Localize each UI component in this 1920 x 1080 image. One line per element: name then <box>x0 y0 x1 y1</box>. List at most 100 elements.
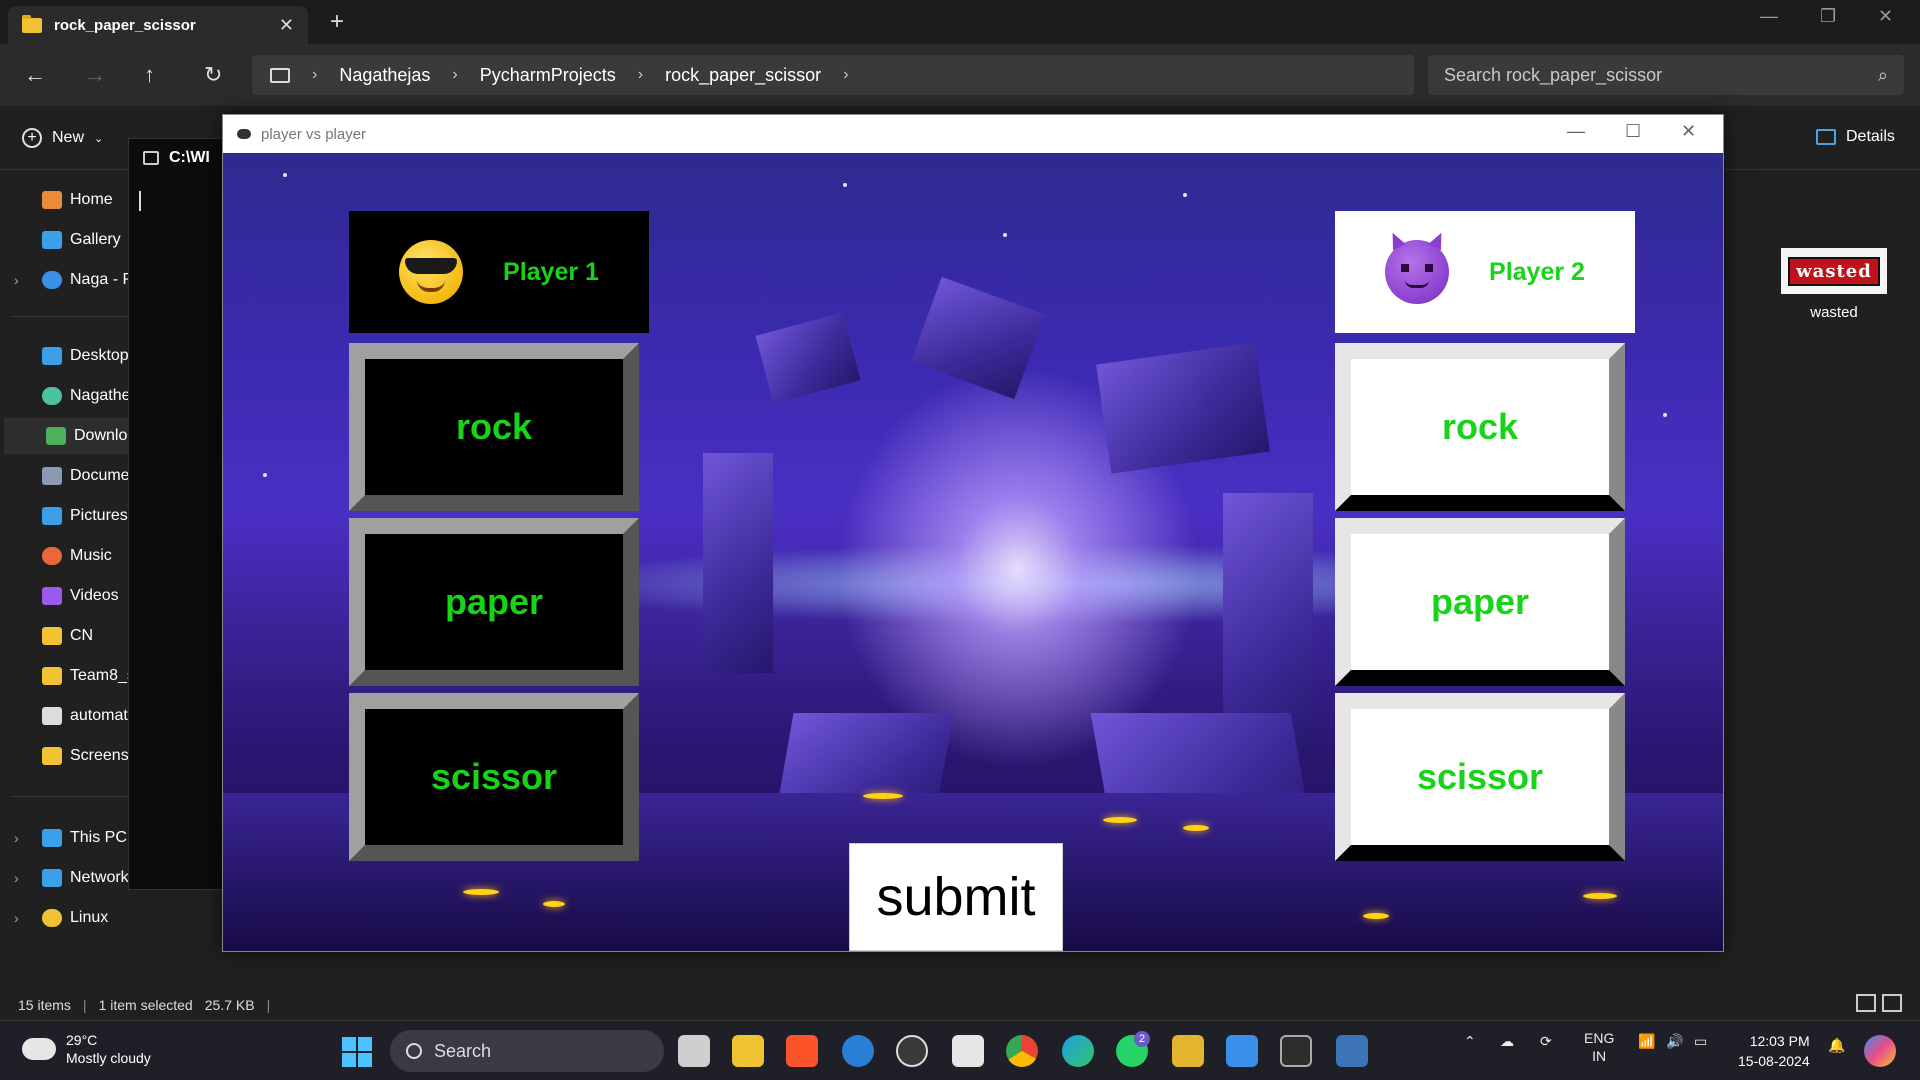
home-icon <box>42 191 62 209</box>
explorer-tab[interactable]: rock_paper_scissor ✕ <box>8 6 308 44</box>
up-icon[interactable]: ↑ <box>144 62 155 88</box>
submit-label: submit <box>876 867 1036 927</box>
clock[interactable]: 12:03 PM 15-08-2024 <box>1738 1031 1810 1071</box>
weather-widget[interactable]: 29°C Mostly cloudy <box>18 1030 151 1067</box>
choice-label: paper <box>1430 581 1530 622</box>
details-button[interactable]: Details <box>1816 128 1895 146</box>
player1-rock-button[interactable]: rock <box>349 343 639 511</box>
sidebar-item-label: CN <box>70 627 94 644</box>
wasted-badge: wasted <box>1788 256 1880 286</box>
brave-browser-icon[interactable] <box>786 1035 818 1067</box>
sync-icon[interactable]: ⟳ <box>1540 1033 1552 1050</box>
breadcrumb-item[interactable]: Nagathejas <box>339 65 430 86</box>
bell-icon[interactable]: 🔔 <box>1828 1037 1845 1054</box>
wifi-icon[interactable]: 📶 <box>1638 1033 1655 1050</box>
player2-paper-button[interactable]: paper <box>1335 518 1625 686</box>
sidebar-item-label: automata <box>70 707 137 724</box>
sidebar-item-label: Downloa <box>74 427 137 444</box>
forward-icon[interactable]: → <box>84 62 106 88</box>
chevron-right-icon[interactable]: › <box>843 66 848 84</box>
chevron-right-icon[interactable]: › <box>312 66 317 84</box>
chevron-up-icon[interactable]: ⌃ <box>1464 1033 1476 1050</box>
folder-icon <box>22 14 42 33</box>
maximize-icon[interactable]: ☐ <box>1625 121 1641 142</box>
python-icon[interactable] <box>1336 1035 1368 1067</box>
player1-paper-button[interactable]: paper <box>349 518 639 686</box>
restore-icon[interactable]: ❐ <box>1820 6 1836 27</box>
player2-rock-button[interactable]: rock <box>1335 343 1625 511</box>
taskbar-search[interactable]: Search <box>390 1030 664 1072</box>
close-tab-icon[interactable]: ✕ <box>279 15 294 36</box>
edge-icon[interactable] <box>1062 1035 1094 1067</box>
tiles-view-icon[interactable] <box>1882 994 1902 1012</box>
region-code: IN <box>1592 1048 1607 1064</box>
terminal-icon[interactable] <box>1280 1035 1312 1067</box>
search-input[interactable]: Search rock_paper_scissor ⌕ <box>1428 55 1904 95</box>
rock-pillar <box>703 453 773 673</box>
onedrive-icon[interactable]: ☁ <box>1500 1033 1514 1050</box>
floating-rock <box>910 276 1046 400</box>
language-indicator[interactable]: ENG IN <box>1584 1029 1614 1065</box>
view-toggle <box>1856 994 1902 1012</box>
computer-icon <box>42 829 62 847</box>
this-pc-icon[interactable] <box>270 67 290 83</box>
refresh-icon[interactable]: ↻ <box>204 62 222 88</box>
minimize-icon[interactable]: — <box>1760 6 1778 27</box>
close-icon[interactable]: ✕ <box>1681 121 1696 142</box>
chevron-right-icon[interactable]: › <box>452 66 457 84</box>
sidebar-item-label: Desktop <box>70 347 129 364</box>
terminal-window[interactable]: C:\WI <box>128 138 228 890</box>
desktop-icon <box>42 347 62 365</box>
document-icon <box>42 467 62 485</box>
player2-scissor-button[interactable]: scissor <box>1335 693 1625 861</box>
chevron-right-icon[interactable]: › <box>14 870 19 886</box>
lava-spot <box>463 889 499 895</box>
dell-icon[interactable] <box>896 1035 928 1067</box>
download-icon <box>46 427 66 445</box>
user-icon <box>42 387 62 405</box>
sidebar-item-label: Home <box>70 191 113 208</box>
breadcrumb-item[interactable]: rock_paper_scissor <box>665 65 821 86</box>
sidebar-item-label: Music <box>70 547 112 564</box>
battery-icon[interactable]: ▭ <box>1694 1033 1707 1050</box>
selection-count: 1 item selected <box>98 997 193 1013</box>
new-button[interactable]: + New ⌄ <box>22 128 103 148</box>
close-window-icon[interactable]: ✕ <box>1878 6 1893 27</box>
breadcrumb-item[interactable]: PycharmProjects <box>480 65 616 86</box>
time: 12:03 PM <box>1749 1033 1810 1049</box>
new-tab-button[interactable]: + <box>330 8 344 36</box>
submit-button[interactable]: submit <box>849 843 1063 951</box>
lava-spot <box>863 793 903 799</box>
task-view-icon[interactable] <box>678 1035 710 1067</box>
volume-icon[interactable]: 🔊 <box>1666 1033 1683 1050</box>
sidebar-item-linux[interactable]: › Linux <box>0 900 200 936</box>
lava-spot <box>1103 817 1137 823</box>
back-icon[interactable]: ← <box>24 62 46 88</box>
sidebar-item-label: Pictures <box>70 507 128 524</box>
game-titlebar: player vs player <box>223 115 1723 153</box>
sidebar-item-label: Documer <box>70 467 135 484</box>
notepad-icon[interactable] <box>1226 1035 1258 1067</box>
chevron-right-icon[interactable]: › <box>14 272 19 288</box>
details-label: Details <box>1846 128 1895 145</box>
chrome-icon[interactable] <box>1006 1035 1038 1067</box>
chevron-right-icon[interactable]: › <box>638 66 643 84</box>
desktop-file-wasted[interactable]: wasted wasted <box>1776 248 1892 321</box>
file-explorer-icon[interactable] <box>732 1035 764 1067</box>
sidebar-item-label: Nagathej <box>70 387 135 404</box>
minimize-icon[interactable]: — <box>1567 121 1585 142</box>
chevron-right-icon[interactable]: › <box>14 910 19 926</box>
chevron-right-icon[interactable]: › <box>14 830 19 846</box>
breadcrumb[interactable]: › Nagathejas › PycharmProjects › rock_pa… <box>252 55 1414 95</box>
copilot-icon[interactable] <box>1864 1035 1896 1067</box>
start-button[interactable] <box>342 1037 372 1067</box>
microsoft-store-icon[interactable] <box>952 1035 984 1067</box>
details-view-icon[interactable] <box>1856 994 1876 1012</box>
player2-name: Player 2 <box>1489 257 1585 286</box>
desktop-file-label: wasted <box>1810 304 1858 321</box>
app-icon[interactable] <box>1172 1035 1204 1067</box>
gamepad-icon <box>237 129 251 139</box>
player1-scissor-button[interactable]: scissor <box>349 693 639 861</box>
star <box>283 173 287 177</box>
app-icon[interactable] <box>842 1035 874 1067</box>
